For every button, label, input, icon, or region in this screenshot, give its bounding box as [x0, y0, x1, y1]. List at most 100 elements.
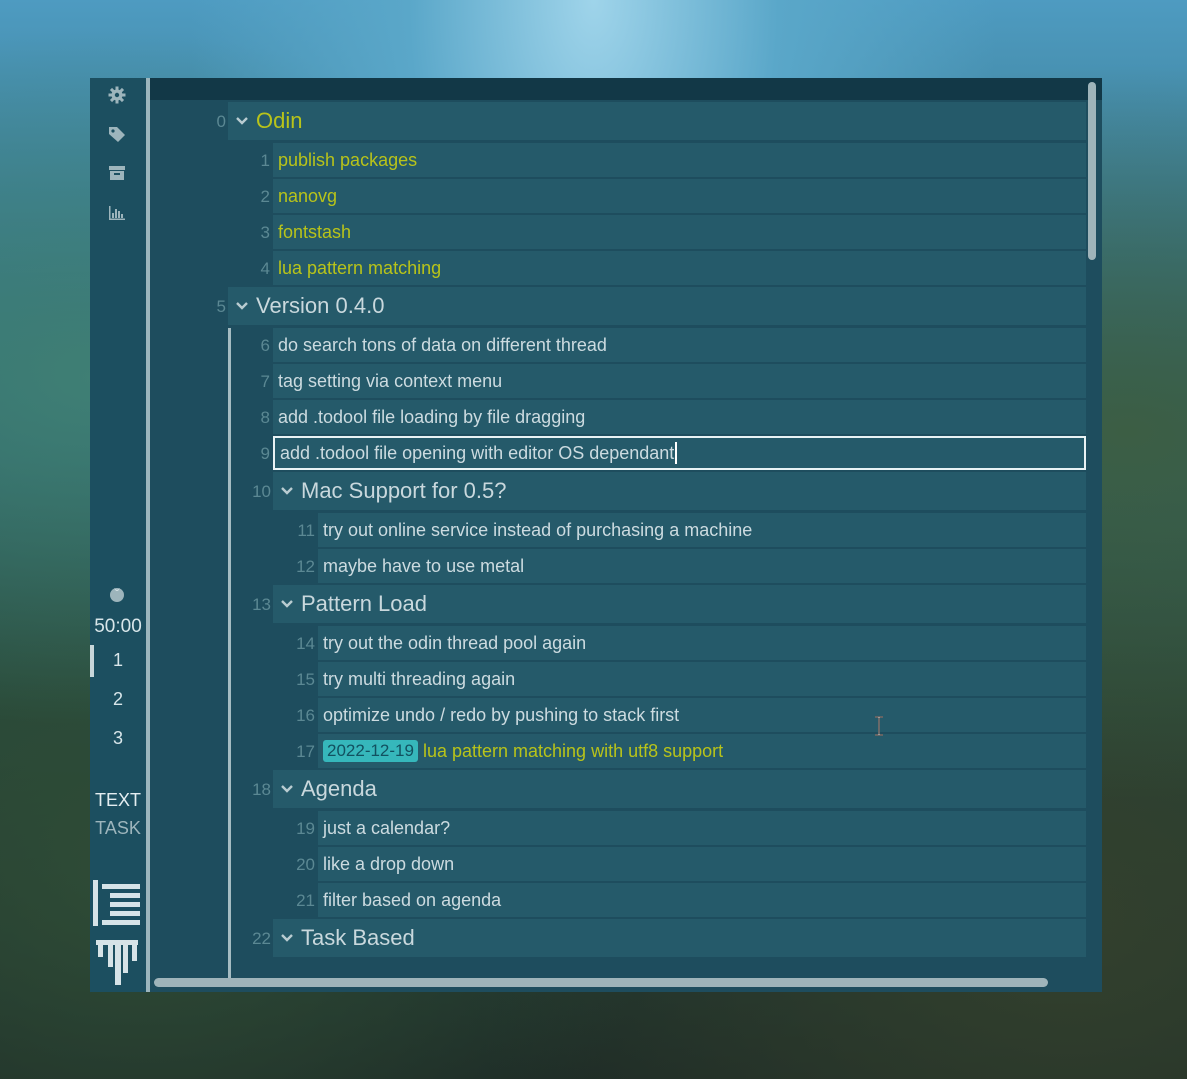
task-text: try out the odin thread pool again [323, 632, 587, 653]
align-right-icon[interactable] [92, 878, 142, 928]
task-bar[interactable]: try out online service instead of purcha… [318, 513, 1086, 547]
heading-bar[interactable]: Odin [228, 102, 1086, 140]
task-index: 9 [260, 444, 270, 463]
task-text: do search tons of data on different thre… [278, 334, 607, 355]
task-heading[interactable]: 0 Odin [150, 102, 1086, 140]
task-index: 4 [260, 259, 270, 278]
heading-text: Mac Support for 0.5? [301, 478, 507, 503]
chevron-down-icon[interactable] [273, 919, 301, 957]
task-bar[interactable]: nanovg [273, 179, 1086, 213]
task-row[interactable]: 21 filter based on agenda [150, 883, 1086, 917]
task-index: 13 [252, 595, 271, 614]
horizontal-scrollbar[interactable] [154, 978, 1048, 987]
task-heading[interactable]: 5 Version 0.4.0 [150, 287, 1086, 325]
task-text: optimize undo / redo by pushing to stack… [323, 704, 680, 725]
mode-text[interactable]: TEXT [90, 790, 146, 811]
task-row[interactable]: 19 just a calendar? [150, 811, 1086, 845]
task-list: 0 Odin 1 publish packages 2 nanovg 3 fontstash 4… [150, 78, 1086, 978]
task-bar[interactable]: optimize undo / redo by pushing to stack… [318, 698, 1086, 732]
task-row[interactable]: 6 do search tons of data on different thr… [150, 328, 1086, 362]
archive-icon[interactable] [107, 163, 127, 183]
task-text: maybe have to use metal [323, 555, 525, 576]
chevron-down-icon[interactable] [228, 287, 256, 325]
task-bar[interactable]: tag setting via context menu [273, 364, 1086, 398]
todool-window: 50:00 1 2 3 TEXT TASK 0 Odin 1 publish pack… [90, 78, 1102, 992]
task-heading[interactable]: 18 Agenda [150, 770, 1086, 808]
task-editor[interactable]: add .todool file opening with editor OS … [273, 436, 1086, 470]
pomodoro-slot-1[interactable]: 1 [90, 650, 146, 671]
task-bar[interactable]: publish packages [273, 143, 1086, 177]
text-cursor-icon [874, 716, 884, 741]
task-row[interactable]: 9 add .todool file opening with editor OS… [150, 436, 1086, 470]
task-text: like a drop down [323, 853, 455, 874]
chart-icon[interactable] [107, 203, 127, 223]
task-row[interactable]: 11 try out online service instead of purc… [150, 513, 1086, 547]
task-row[interactable]: 1 publish packages [150, 143, 1086, 177]
task-bar[interactable]: try out the odin thread pool again [318, 626, 1086, 660]
chevron-down-icon[interactable] [273, 472, 301, 510]
heading-bar[interactable]: Pattern Load [273, 585, 1086, 623]
task-row[interactable]: 15 try multi threading again [150, 662, 1086, 696]
task-text: lua pattern matching [278, 257, 442, 278]
task-text: nanovg [278, 185, 338, 206]
task-index: 0 [216, 112, 226, 131]
task-index: 19 [296, 819, 315, 838]
chevron-down-icon[interactable] [273, 585, 301, 623]
task-row[interactable]: 20 like a drop down [150, 847, 1086, 881]
task-row[interactable]: 8 add .todool file loading by file draggi… [150, 400, 1086, 434]
task-index: 2 [260, 187, 270, 206]
task-text: lua pattern matching with utf8 support [422, 740, 724, 761]
task-bar[interactable]: fontstash [273, 215, 1086, 249]
task-row[interactable]: 14 try out the odin thread pool again [150, 626, 1086, 660]
pomodoro-timer[interactable]: 50:00 [90, 616, 146, 638]
task-bar[interactable]: add .todool file loading by file draggin… [273, 400, 1086, 434]
task-bar[interactable]: just a calendar? [318, 811, 1086, 845]
task-row[interactable]: 17 2022-12-19 lua pattern matching with ut… [150, 734, 1086, 768]
pomodoro-slot-3[interactable]: 3 [90, 728, 146, 749]
heading-bar[interactable]: Mac Support for 0.5? [273, 472, 1086, 510]
task-row[interactable]: 7 tag setting via context menu [150, 364, 1086, 398]
vertical-scrollbar[interactable] [1088, 82, 1096, 260]
heading-text: Task Based [301, 925, 415, 950]
task-index: 22 [252, 929, 271, 948]
heading-bar[interactable]: Version 0.4.0 [228, 287, 1086, 325]
task-bar[interactable]: filter based on agenda [318, 883, 1086, 917]
task-bar[interactable]: lua pattern matching [273, 251, 1086, 285]
task-text: publish packages [278, 149, 418, 170]
task-index: 17 [296, 742, 315, 761]
mode-task[interactable]: TASK [90, 818, 146, 839]
heading-bar[interactable]: Task Based [273, 919, 1086, 957]
task-bar[interactable]: like a drop down [318, 847, 1086, 881]
task-text: filter based on agenda [323, 889, 502, 910]
tomato-icon[interactable] [107, 584, 127, 604]
heading-text: Version 0.4.0 [256, 293, 385, 318]
task-row[interactable]: 16 optimize undo / redo by pushing to sta… [150, 698, 1086, 732]
task-heading[interactable]: 13 Pattern Load [150, 585, 1086, 623]
gear-icon[interactable] [107, 85, 127, 105]
task-index: 3 [260, 223, 270, 242]
task-index: 8 [260, 408, 270, 427]
task-row[interactable]: 3 fontstash [150, 215, 1086, 249]
task-bar[interactable]: do search tons of data on different thre… [273, 328, 1086, 362]
task-bar[interactable]: maybe have to use metal [318, 549, 1086, 583]
task-index: 10 [252, 482, 271, 501]
task-index: 7 [260, 372, 270, 391]
chevron-down-icon[interactable] [228, 102, 256, 140]
task-row[interactable]: 4 lua pattern matching [150, 251, 1086, 285]
task-row[interactable]: 2 nanovg [150, 179, 1086, 213]
task-index: 14 [296, 634, 315, 653]
task-heading[interactable]: 10 Mac Support for 0.5? [150, 472, 1086, 510]
tag-icon[interactable] [107, 124, 127, 144]
comb-icon[interactable] [94, 938, 140, 986]
chevron-down-icon[interactable] [273, 770, 301, 808]
pomodoro-slot-2[interactable]: 2 [90, 689, 146, 710]
task-text: add .todool file loading by file draggin… [278, 406, 586, 427]
task-bar[interactable]: try multi threading again [318, 662, 1086, 696]
task-heading[interactable]: 22 Task Based [150, 919, 1086, 957]
heading-text: Odin [256, 108, 303, 133]
date-tag: 2022-12-19 [323, 740, 418, 762]
task-row[interactable]: 12 maybe have to use metal [150, 549, 1086, 583]
text-caret [675, 442, 678, 464]
task-bar[interactable]: 2022-12-19 lua pattern matching with utf8… [318, 734, 1086, 768]
heading-bar[interactable]: Agenda [273, 770, 1086, 808]
